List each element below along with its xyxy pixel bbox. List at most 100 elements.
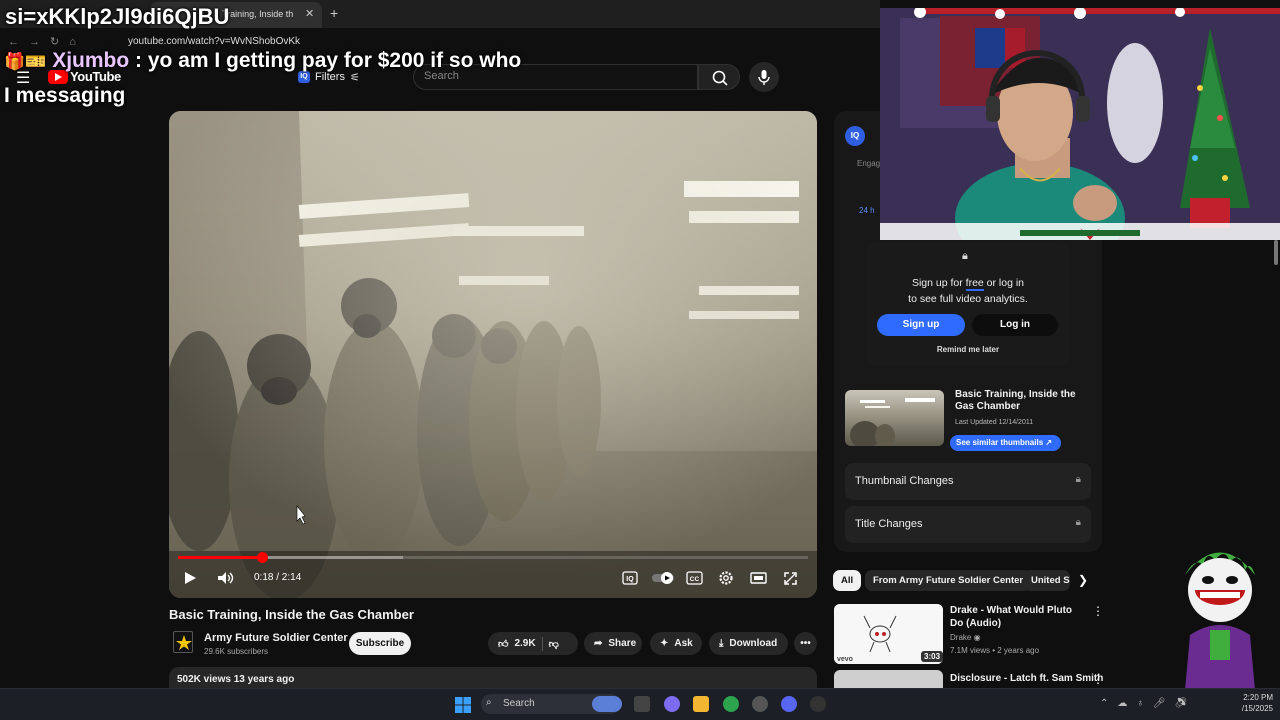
streamer-webcam [880,8,1280,240]
signup-prompt-part3: to see full video analytics. [908,293,1028,305]
progress-bar-remaining[interactable] [403,556,808,559]
video-title: Basic Training, Inside the Gas Chamber [169,607,414,622]
share-label: Share [608,638,637,649]
thumbnail-changes-label: Thumbnail Changes [855,475,954,487]
more-options-icon[interactable]: ⋮ [1092,604,1104,618]
progress-bar-played [178,556,262,559]
play-icon[interactable] [182,570,198,586]
captions-icon[interactable]: CC [686,571,703,585]
remind-later-link[interactable]: Remind me later [866,345,1070,354]
login-button[interactable]: Log in [972,314,1058,336]
sparkle-icon: ✦ [660,638,669,649]
autoplay-toggle-icon[interactable] [652,572,674,584]
signup-free-word: free [965,277,984,291]
more-options-icon[interactable]: ⋮ [1092,672,1104,686]
discord-icon[interactable] [781,696,797,712]
vevo-badge: vevo [837,656,853,663]
more-dots-icon: ••• [800,638,811,649]
lock-icon: 🔒︎ [1075,474,1081,485]
chip-from-channel[interactable]: From Army Future Soldier Center [865,570,1032,591]
joker-image [1185,552,1255,690]
video-player[interactable] [169,111,817,598]
thumbs-up-icon[interactable]: 👍︎ [498,638,508,650]
share-arrow-icon: ➦ [594,638,603,649]
iq-player-icon[interactable]: IQ [622,571,638,585]
webcam-feed [880,8,1280,240]
widget-icon[interactable] [592,696,622,712]
thumbnail-image [850,398,935,446]
clock-time: 2:20 PM [1243,693,1273,702]
recommendation-thumbnail[interactable] [834,670,943,690]
download-button[interactable]: ⤓ Download [709,632,788,655]
recommendation-title[interactable]: Disclosure - Latch ft. Sam Smith [950,673,1103,684]
theater-mode-icon[interactable] [750,571,767,585]
stream-overlay-title: si=xKKlp2Jl9di6QjBU [5,4,230,29]
channel-name[interactable]: Army Future Soldier Center [204,632,348,644]
chevron-right-icon[interactable]: ❯ [1078,573,1088,587]
search-icon [712,70,728,86]
close-tab-icon[interactable]: ✕ [305,7,314,20]
lock-icon: 🔒︎ [962,250,968,262]
signup-button[interactable]: Sign up [877,314,965,336]
lock-icon: 🔒︎ [1075,517,1081,528]
svg-text:IQ: IQ [626,576,634,583]
time-range-tab[interactable]: 24 h [859,206,875,215]
share-button[interactable]: ➦ Share [584,632,642,655]
app-icon[interactable] [752,696,768,712]
file-explorer-icon[interactable] [693,696,709,712]
volume-icon[interactable] [216,570,234,586]
chrome-icon[interactable] [723,696,739,712]
progress-scrubber[interactable] [257,552,268,563]
vidiq-logo[interactable]: IQ [845,126,865,146]
title-changes-label: Title Changes [855,518,923,530]
like-divider [541,636,543,651]
clock-date: /15/2025 [1241,704,1273,713]
obs-icon[interactable] [810,696,826,712]
svg-text:CC: CC [690,576,700,583]
signup-prompt: Sign up for free or log in to see full v… [866,275,1070,307]
video-thumbnail [845,390,944,446]
recommendation-channel-name: Drake [950,633,972,642]
search-button[interactable] [698,64,740,90]
ask-button[interactable]: ✦ Ask [650,632,702,655]
settings-gear-icon[interactable] [718,570,734,586]
chip-united[interactable]: United S [1023,570,1070,591]
thumbnail-changes-row[interactable]: Thumbnail Changes 🔒︎ [845,463,1091,500]
windows-start-icon[interactable] [455,697,471,713]
recommendation-channel[interactable]: Drake ◉ [950,633,981,642]
title-changes-row[interactable]: Title Changes 🔒︎ [845,506,1091,543]
thumbs-down-icon[interactable]: 👎︎ [549,638,559,650]
signup-prompt-part1: Sign up for [911,277,966,289]
task-view-icon[interactable] [634,696,650,712]
fullscreen-icon[interactable] [783,571,798,586]
more-actions-button[interactable]: ••• [794,632,817,655]
similar-thumbnails-button[interactable]: See similar thumbnails ↗ [950,435,1061,451]
download-label: Download [729,638,778,649]
thumbnail-video-title: Basic Training, Inside the Gas Chamber [955,389,1076,412]
chip-all[interactable]: All [833,570,862,591]
page-scrollbar[interactable] [1272,240,1280,690]
like-dislike-group: 👍︎ 2.9K 👎︎ [488,632,578,655]
recommendation-title[interactable]: Drake - What Would Pluto Do (Audio) [950,604,1080,630]
last-updated: Last Updated 12/14/2011 [955,419,1034,426]
channel-avatar[interactable] [173,631,193,653]
copilot-icon[interactable] [664,696,680,712]
voice-search-button[interactable] [749,62,779,92]
taskbar-clock[interactable]: 2:20 PM/15/2025 [1235,692,1273,714]
search-icon: ⌕ [486,697,492,708]
verified-icon: ◉ [973,633,981,642]
ask-label: Ask [674,638,693,649]
tab-title: Training, Inside th [222,9,294,19]
view-count-date: 502K views 13 years ago [177,674,295,685]
download-icon: ⤓ [719,638,724,649]
subscribe-button[interactable]: Subscribe [349,632,411,655]
recommendation-meta: 7.1M views • 2 years ago [950,646,1040,655]
video-frame [169,111,817,598]
like-count[interactable]: 2.9K [514,638,535,649]
signup-prompt-part2: or log in [983,277,1025,289]
system-tray-icons[interactable]: ⌃☁♁🎤︎🔊︎ [1100,698,1196,709]
microphone-icon [758,70,770,85]
chat-badges: 🎁🎫 [4,52,47,71]
new-tab-button[interactable]: + [330,5,338,21]
stream-chat-message: 🎁🎫 Xjumbo : yo am I getting pay for $200… [4,44,524,113]
